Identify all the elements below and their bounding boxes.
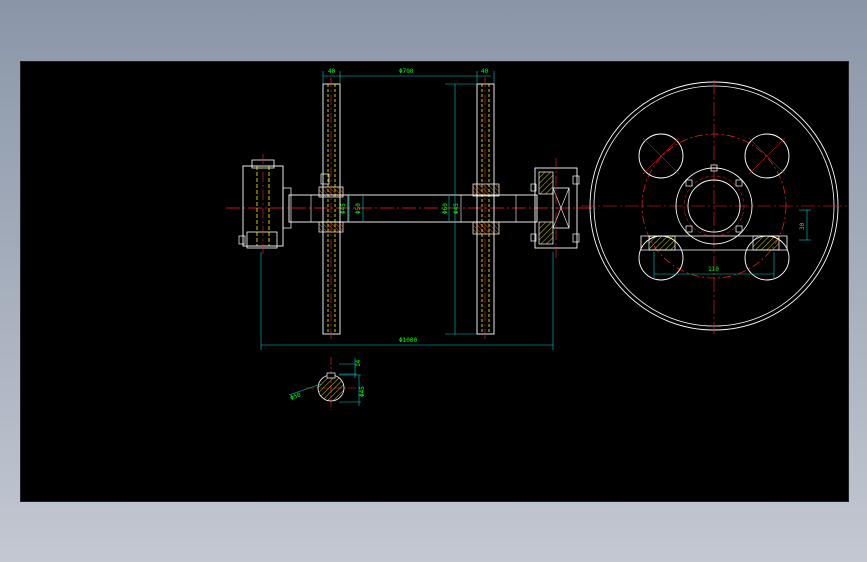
dim-shaft-dia-3: Φ60 xyxy=(442,203,449,214)
dim-section-top: 14 xyxy=(355,359,362,367)
dim-shaft-dia-1: Φ45 xyxy=(340,203,347,214)
dim-shaft-dia-4: Φ45 xyxy=(453,203,460,214)
main-shaft xyxy=(288,194,538,223)
dimension-lines xyxy=(260,71,554,350)
dim-top-left-flange: 40 xyxy=(328,68,336,75)
dim-shaft-dia-2: Φ50 xyxy=(355,203,362,214)
right-disc xyxy=(472,77,500,342)
left-bearing-housing xyxy=(238,154,292,254)
dim-top-span: Φ700 xyxy=(399,68,414,75)
dim-circle-horizontal: 110 xyxy=(708,266,719,273)
dim-top-right-flange: 40 xyxy=(481,68,489,75)
front-view: 40 Φ700 40 Φ45 Φ50 Φ60 Φ45 Φ1000 xyxy=(226,68,596,350)
dim-overall-length: Φ1000 xyxy=(399,337,417,344)
side-view: 110 30 xyxy=(581,80,847,334)
dim-section-side: Φ45 xyxy=(359,386,366,397)
cad-drawing: 40 Φ700 40 Φ45 Φ50 Φ60 Φ45 Φ1000 14 Φ45 … xyxy=(226,68,847,410)
cad-drawing-canvas[interactable]: 40 Φ700 40 Φ45 Φ50 Φ60 Φ45 Φ1000 14 Φ45 … xyxy=(20,61,849,502)
dim-circle-vertical: 30 xyxy=(799,222,806,230)
dim-section-label: Φ50 xyxy=(289,391,302,401)
shaft-section-detail: 14 Φ45 Φ50 xyxy=(288,357,366,410)
